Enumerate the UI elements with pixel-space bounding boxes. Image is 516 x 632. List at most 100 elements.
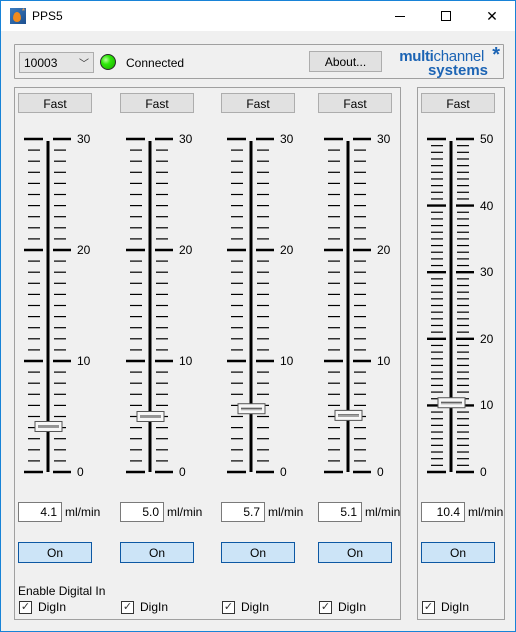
status-led-icon (100, 54, 116, 70)
slider-scale (126, 137, 173, 474)
maximize-icon (441, 11, 451, 21)
enable-digital-in-label: Enable Digital In (18, 584, 106, 598)
tick-label: 0 (377, 465, 384, 479)
channel-5: Fast 50 40 30 20 10 0 10.4 ml/min On ✓ DigIn (418, 88, 508, 621)
unit-label: ml/min (268, 505, 304, 519)
unit-label: ml/min (65, 505, 101, 519)
tick-label: 20 (179, 243, 193, 257)
on-button[interactable]: On (18, 542, 92, 563)
device-select[interactable]: 10003 ﹀ (19, 52, 94, 73)
slider-thumb[interactable] (34, 420, 63, 432)
flow-rate-input[interactable]: 5.7 (221, 502, 265, 522)
pump-channels-group: Fast 30 20 10 0 4.1 ml/min On ✓ DigIn Fast … (14, 87, 401, 620)
fast-button[interactable]: Fast (18, 93, 92, 113)
slider-thumb[interactable] (237, 403, 266, 415)
minimize-button[interactable] (377, 1, 423, 31)
channel-2: Fast 30 20 10 0 5.0 ml/min On ✓ DigIn (117, 88, 207, 621)
tick-label: 20 (280, 243, 294, 257)
pump-channel-5-group: Fast 50 40 30 20 10 0 10.4 ml/min On ✓ DigIn (417, 87, 505, 620)
tick-label: 50 (480, 132, 494, 146)
digin-checkbox[interactable]: ✓ DigIn (422, 600, 469, 614)
logo-asterisk-icon: * (492, 44, 500, 66)
slider-scale (324, 137, 371, 474)
flow-rate-slider[interactable]: 30 20 10 0 (15, 128, 95, 488)
unit-label: ml/min (167, 505, 203, 519)
flow-rate-slider[interactable]: 30 20 10 0 (315, 128, 395, 488)
tick-label: 30 (377, 132, 391, 146)
tick-label: 10 (480, 398, 494, 413)
connection-panel: 10003 ﹀ Connected About... multichannel … (14, 44, 504, 79)
digin-label: DigIn (338, 600, 367, 614)
logo-text-systems: systems (427, 62, 488, 79)
digin-checkbox[interactable]: ✓ DigIn (19, 600, 66, 614)
checkbox-check-icon: ✓ (19, 600, 32, 614)
channel-3: Fast 30 20 10 0 5.7 ml/min On ✓ DigIn (218, 88, 308, 621)
digin-label: DigIn (441, 600, 470, 614)
on-button[interactable]: On (120, 542, 194, 563)
flow-rate-input[interactable]: 5.0 (120, 502, 164, 522)
tick-label: 10 (377, 354, 391, 368)
fast-button[interactable]: Fast (120, 93, 194, 113)
app-icon: * (10, 8, 26, 24)
on-button[interactable]: On (421, 542, 495, 563)
close-icon: ✕ (486, 7, 498, 24)
tick-label: 20 (377, 243, 391, 257)
flow-rate-input[interactable]: 4.1 (18, 502, 62, 522)
flow-rate-input[interactable]: 10.4 (421, 502, 465, 522)
digin-label: DigIn (140, 600, 169, 614)
fast-button[interactable]: Fast (221, 93, 295, 113)
tick-label: 40 (480, 198, 494, 213)
tick-label: 0 (280, 465, 287, 479)
slider-thumb[interactable] (437, 397, 466, 409)
close-button[interactable]: ✕ (469, 1, 515, 31)
slider-thumb[interactable] (136, 411, 165, 422)
tick-label: 0 (77, 465, 84, 479)
flow-rate-slider[interactable]: 30 20 10 0 (218, 128, 298, 488)
connection-status: Connected (126, 56, 185, 70)
tick-label: 0 (179, 465, 186, 479)
tick-label: 20 (480, 331, 494, 346)
tick-label: 30 (179, 132, 193, 146)
tick-label: 30 (280, 132, 294, 146)
checkbox-check-icon: ✓ (222, 600, 235, 614)
tick-label: 0 (480, 465, 487, 479)
device-select-value: 10003 (24, 56, 58, 70)
slider-scale (227, 137, 274, 474)
digin-checkbox[interactable]: ✓ DigIn (121, 600, 168, 614)
checkbox-check-icon: ✓ (422, 600, 435, 614)
tick-label: 10 (77, 354, 91, 368)
company-logo: multichannel systems * (395, 44, 500, 79)
tick-label: 30 (77, 132, 91, 146)
fast-button[interactable]: Fast (318, 93, 392, 113)
about-button[interactable]: About... (309, 51, 382, 72)
window-title: PPS5 (32, 9, 63, 23)
tick-label: 10 (280, 354, 294, 368)
tick-label: 10 (179, 354, 193, 368)
on-button[interactable]: On (221, 542, 295, 563)
channel-1: Fast 30 20 10 0 4.1 ml/min On ✓ DigIn (15, 88, 105, 621)
unit-label: ml/min (365, 505, 401, 519)
slider-scale (24, 137, 71, 474)
chevron-down-icon: ﹀ (79, 59, 89, 70)
unit-label: ml/min (468, 505, 504, 519)
digin-checkbox[interactable]: ✓ DigIn (222, 600, 269, 614)
on-button[interactable]: On (318, 542, 392, 563)
minimize-icon (395, 15, 405, 17)
digin-label: DigIn (38, 600, 67, 614)
app-window: * PPS5 ✕ 10003 ﹀ Connected About... mult… (0, 0, 516, 632)
tick-label: 20 (77, 243, 91, 257)
digin-label: DigIn (241, 600, 270, 614)
fast-button[interactable]: Fast (421, 93, 495, 113)
tick-label: 30 (480, 265, 494, 280)
digin-checkbox[interactable]: ✓ DigIn (319, 600, 366, 614)
slider-thumb[interactable] (334, 409, 363, 421)
slider-scale (427, 137, 474, 474)
title-bar: * PPS5 ✕ (1, 1, 515, 31)
flow-rate-slider[interactable]: 50 40 30 20 10 0 (418, 128, 498, 488)
maximize-button[interactable] (423, 1, 469, 31)
checkbox-check-icon: ✓ (121, 600, 134, 614)
channel-4: Fast 30 20 10 0 5.1 ml/min On ✓ DigIn (315, 88, 405, 621)
checkbox-check-icon: ✓ (319, 600, 332, 614)
flow-rate-slider[interactable]: 30 20 10 0 (117, 128, 197, 488)
flow-rate-input[interactable]: 5.1 (318, 502, 362, 522)
